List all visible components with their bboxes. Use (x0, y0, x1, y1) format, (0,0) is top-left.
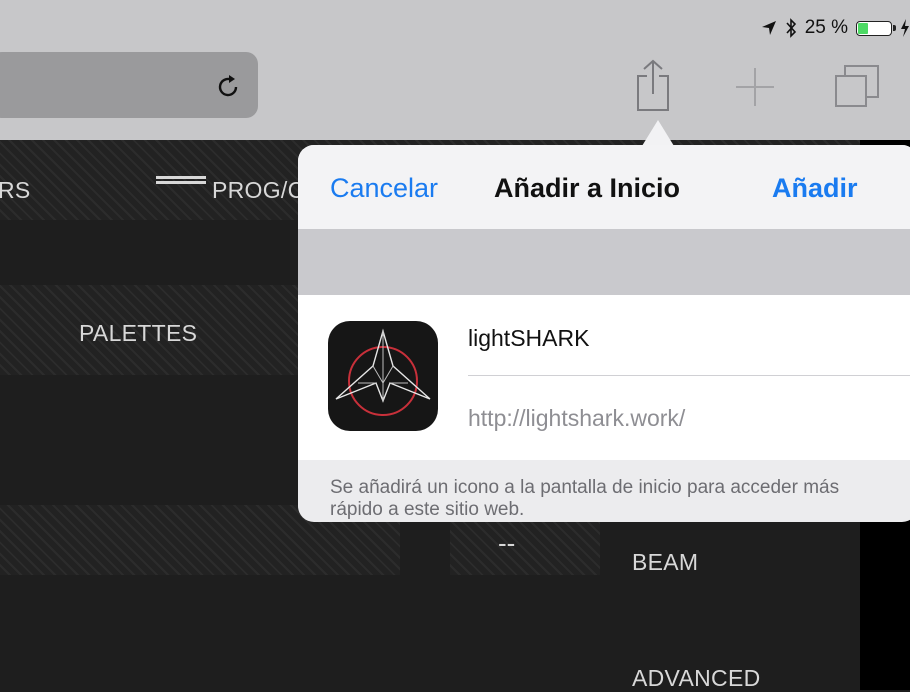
charging-icon (901, 19, 909, 37)
url-label: http://lightshark.work/ (468, 405, 686, 431)
add-to-home-dialog: Cancelar Añadir a Inicio Añadir lightSHA… (298, 145, 910, 522)
share-icon[interactable] (628, 58, 678, 114)
battery-icon (856, 20, 896, 36)
location-icon (761, 21, 776, 35)
nav-item-prog[interactable]: PROG/C (212, 177, 305, 204)
divider (468, 375, 910, 376)
app-icon (328, 321, 438, 431)
palettes-button[interactable]: PALETTES (79, 320, 197, 347)
nav-item-fragment[interactable]: RS (0, 177, 31, 204)
dialog-header: Cancelar Añadir a Inicio Añadir (298, 145, 910, 230)
dialog-spacer (298, 230, 910, 295)
reload-icon[interactable] (216, 74, 242, 100)
value-placeholder: -- (498, 528, 516, 558)
app-name-field[interactable]: lightSHARK (468, 325, 589, 352)
dialog-body: lightSHARK http://lightshark.work/ (298, 295, 910, 460)
popover-arrow (642, 120, 674, 146)
beam-button[interactable]: BEAM (632, 549, 698, 576)
add-button[interactable]: Añadir (772, 173, 858, 204)
bluetooth-icon (786, 18, 796, 38)
dialog-title: Añadir a Inicio (494, 173, 681, 203)
battery-percentage: 25 % (804, 17, 848, 38)
status-bar: 25 % (761, 14, 910, 42)
advanced-button[interactable]: ADVANCED (632, 665, 761, 692)
tabs-icon[interactable] (832, 58, 882, 114)
browser-toolbar: 25 % (0, 0, 910, 140)
cancel-button[interactable]: Cancelar (330, 173, 438, 204)
menu-icon (156, 176, 206, 190)
plus-icon[interactable] (730, 58, 780, 114)
dialog-footer-text: Se añadirá un icono a la pantalla de ini… (330, 477, 840, 520)
